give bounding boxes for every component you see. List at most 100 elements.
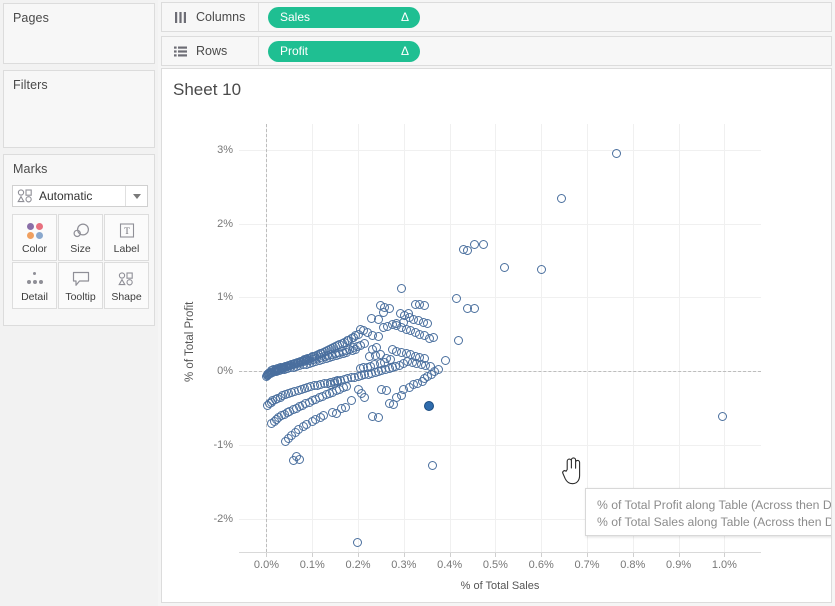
- scatter-mark[interactable]: [374, 332, 384, 342]
- scatter-mark[interactable]: [500, 263, 510, 273]
- tooltip-bubble-icon: [71, 269, 91, 289]
- x-tick-label[interactable]: 0.6%: [529, 559, 554, 571]
- marks-label-button[interactable]: T Label: [104, 214, 149, 261]
- marks-tooltip-label: Tooltip: [65, 290, 96, 303]
- y-tick-label[interactable]: 0%: [205, 365, 233, 377]
- pages-card: Pages: [3, 3, 155, 64]
- scatter-mark[interactable]: [263, 400, 273, 410]
- x-axis-title: % of Total Sales: [460, 580, 540, 592]
- scatter-mark[interactable]: [267, 366, 276, 376]
- x-zero-reference-line: [266, 124, 268, 552]
- scatter-mark[interactable]: [612, 148, 622, 158]
- scatter-mark[interactable]: [454, 335, 464, 345]
- detail-dots-icon: [25, 269, 45, 289]
- x-tick-mark: [495, 553, 497, 557]
- scatter-mark[interactable]: [288, 456, 298, 466]
- scatter-mark[interactable]: [419, 301, 429, 311]
- label-t-icon: T: [118, 221, 136, 241]
- shelf-divider: [258, 37, 259, 65]
- marks-size-button[interactable]: Size: [58, 214, 103, 261]
- x-tick-label[interactable]: 0.4%: [437, 559, 462, 571]
- scatter-mark[interactable]: [360, 392, 370, 402]
- filters-card-title: Filters: [13, 78, 48, 92]
- filters-card: Filters: [3, 70, 155, 148]
- shapes-icon: [118, 269, 135, 289]
- x-tick-mark: [632, 553, 634, 557]
- svg-text:T: T: [124, 227, 130, 237]
- y-tick-label[interactable]: 2%: [205, 218, 233, 230]
- tooltip-profit-label: % of Total Profit along Table (Across th…: [597, 498, 832, 512]
- pill-sales[interactable]: Sales Δ: [268, 6, 420, 28]
- scatter-mark[interactable]: [429, 332, 439, 342]
- x-tick-label[interactable]: 0.9%: [666, 559, 691, 571]
- sheet-title: Sheet 10: [173, 80, 242, 99]
- x-tick-mark: [449, 553, 451, 557]
- y-tick-label[interactable]: -2%: [205, 513, 233, 525]
- scatter-mark[interactable]: [375, 301, 385, 311]
- marks-tooltip-button[interactable]: Tooltip: [58, 262, 103, 309]
- columns-shelf-label: Columns: [196, 10, 246, 24]
- chevron-down-icon[interactable]: [125, 186, 147, 206]
- y-tick-label[interactable]: -1%: [205, 439, 233, 451]
- marks-size-label: Size: [70, 242, 91, 255]
- x-tick-mark: [678, 553, 680, 557]
- scatter-mark[interactable]: [452, 294, 461, 304]
- marks-type-dropdown[interactable]: Automatic: [12, 185, 148, 207]
- scatter-mark[interactable]: [440, 356, 450, 365]
- x-tick-label[interactable]: 0.2%: [346, 559, 371, 571]
- delta-icon: Δ: [400, 44, 409, 58]
- x-tick-label[interactable]: 1.0%: [712, 559, 737, 571]
- columns-shelf[interactable]: Columns Sales Δ: [161, 2, 832, 32]
- marks-shape-button[interactable]: Shape: [104, 262, 149, 309]
- worksheet-view: Sheet 10 % of Total Profit % of Total Sa…: [161, 68, 832, 603]
- pill-profit[interactable]: Profit Δ: [268, 40, 420, 62]
- delta-icon: Δ: [400, 10, 409, 24]
- x-gridline: [495, 124, 497, 552]
- scatter-mark[interactable]: [267, 418, 277, 428]
- marks-shape-label: Shape: [111, 290, 142, 303]
- y-zero-reference-line: [239, 371, 761, 373]
- scatter-mark[interactable]: [395, 309, 405, 319]
- scatter-mark[interactable]: [433, 365, 443, 375]
- x-tick-label[interactable]: 0.8%: [620, 559, 645, 571]
- x-gridline: [449, 124, 451, 552]
- marks-detail-label: Detail: [21, 290, 48, 303]
- x-tick-label[interactable]: 0.5%: [483, 559, 508, 571]
- scatter-mark[interactable]: [557, 193, 567, 203]
- x-tick-label[interactable]: 0.3%: [391, 559, 416, 571]
- columns-bars-icon: [171, 11, 189, 23]
- x-tick-mark: [724, 553, 726, 557]
- scatter-mark[interactable]: [479, 239, 489, 249]
- x-gridline: [403, 124, 405, 552]
- scatter-mark[interactable]: [427, 460, 437, 470]
- marks-card: Marks Automatic Color Size T Label Detai…: [3, 154, 155, 326]
- rows-list-icon: [171, 46, 189, 57]
- x-tick-mark: [312, 553, 314, 557]
- tooltip-row-sales: % of Total Sales along Table (Across the…: [597, 514, 831, 531]
- scatter-mark[interactable]: [331, 409, 341, 419]
- rows-shelf-label: Rows: [196, 44, 228, 58]
- scatter-mark[interactable]: [536, 264, 546, 274]
- scatter-mark[interactable]: [374, 412, 384, 422]
- tooltip-sales-label: % of Total Sales along Table (Across the…: [597, 515, 831, 529]
- x-tick-label[interactable]: 0.7%: [574, 559, 599, 571]
- marks-color-button[interactable]: Color: [12, 214, 57, 261]
- y-tick-label[interactable]: 3%: [205, 144, 233, 156]
- marks-color-label: Color: [21, 242, 48, 255]
- x-tick-label[interactable]: 0.0%: [254, 559, 279, 571]
- marks-detail-button[interactable]: Detail: [12, 262, 57, 309]
- marks-card-title: Marks: [13, 162, 48, 176]
- scatter-mark[interactable]: [352, 537, 362, 547]
- x-tick-label[interactable]: 0.1%: [300, 559, 325, 571]
- marks-buttons-grid: Color Size T Label Detail Tooltip Shape: [12, 214, 149, 309]
- marks-type-label: Automatic: [39, 189, 93, 203]
- y-gridline: [239, 445, 761, 446]
- x-axis-line: [239, 552, 761, 553]
- x-tick-mark: [587, 553, 588, 557]
- y-gridline: [239, 149, 761, 151]
- rows-shelf[interactable]: Rows Profit Δ: [161, 36, 832, 66]
- scatter-mark-hovered[interactable]: [424, 401, 435, 412]
- scatter-mark[interactable]: [378, 323, 388, 333]
- y-tick-label[interactable]: 1%: [205, 291, 233, 303]
- scatter-mark[interactable]: [463, 246, 473, 256]
